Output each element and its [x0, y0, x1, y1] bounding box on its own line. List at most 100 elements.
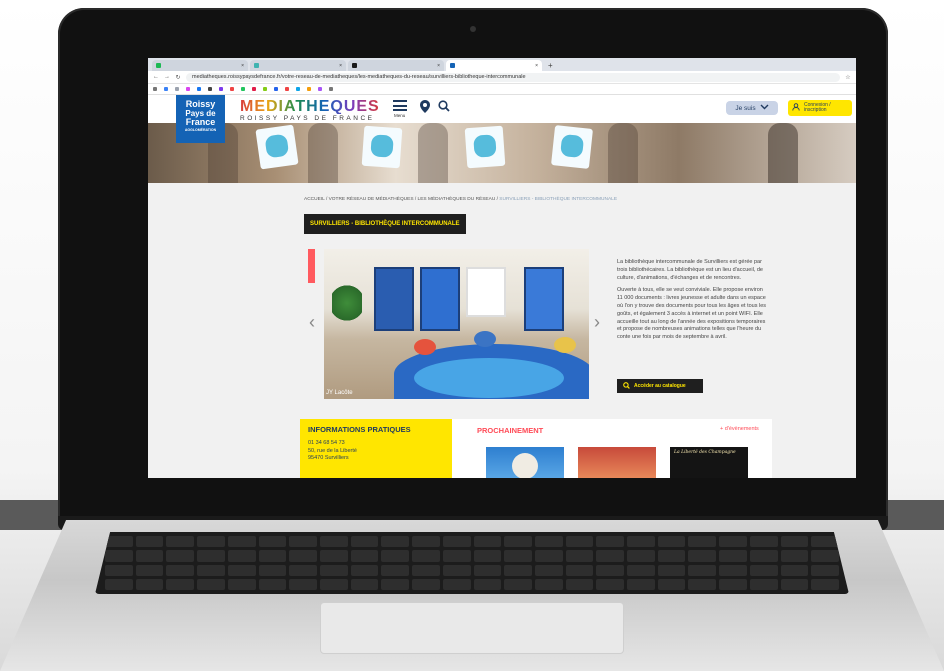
- keyboard-key: [719, 564, 747, 576]
- bookmark-item[interactable]: [296, 87, 300, 91]
- carousel-next-arrow-icon[interactable]: ›: [594, 313, 600, 331]
- bookmark-item[interactable]: [252, 87, 256, 91]
- artwork-paper: [464, 125, 506, 169]
- keyboard-key: [657, 550, 686, 562]
- bookmark-item[interactable]: [164, 87, 168, 91]
- menu-hamburger-icon[interactable]: [393, 100, 407, 114]
- keyboard-key: [227, 550, 256, 562]
- back-arrow-icon[interactable]: ←: [153, 74, 159, 80]
- keyboard-key: [381, 578, 410, 590]
- tab-close-icon[interactable]: ×: [241, 63, 244, 69]
- bookmark-favicon-icon: [274, 87, 278, 91]
- bookmark-item[interactable]: [208, 87, 212, 91]
- connexion-button[interactable]: Connexion / inscription: [788, 100, 852, 116]
- keyboard: [95, 532, 849, 594]
- bookmark-item[interactable]: [274, 87, 278, 91]
- keyboard-key: [166, 578, 195, 590]
- keyboard-key: [565, 536, 594, 548]
- keyboard-key: [719, 550, 747, 562]
- bookmark-item[interactable]: [153, 87, 157, 91]
- keyboard-key: [596, 550, 625, 562]
- browser-tab-2[interactable]: ×: [250, 60, 346, 71]
- keyboard-key: [442, 550, 471, 562]
- keyboard-key: [657, 536, 686, 548]
- laptop-lid: × × × × + ← → ↻ mediatheques.roissypaysd…: [58, 8, 888, 528]
- keyboard-key: [289, 536, 317, 548]
- keyboard-key: [780, 578, 809, 590]
- browser-tab-3[interactable]: ×: [348, 60, 444, 71]
- bookmark-favicon-icon: [263, 87, 267, 91]
- bookmark-favicon-icon: [219, 87, 223, 91]
- location-pin-icon[interactable]: [420, 100, 430, 116]
- keyboard-key: [289, 578, 317, 590]
- keyboard-key: [258, 550, 287, 562]
- forward-arrow-icon[interactable]: →: [164, 74, 170, 80]
- info-address-line1: 50, rue de la Liberté: [308, 447, 357, 454]
- brand-subtitle: ROISSY PAYS DE FRANCE: [240, 115, 375, 122]
- bookmark-item[interactable]: [307, 87, 311, 91]
- info-title: INFORMATIONS PRATIQUES: [308, 425, 411, 434]
- keyboard-key: [688, 564, 717, 576]
- je-suis-label: Je suis: [735, 104, 756, 112]
- tab-favicon-icon: [254, 63, 259, 68]
- keyboard-key: [596, 564, 625, 576]
- brand-title: MÉDIATHÈQUES: [240, 98, 380, 115]
- keyboard-key: [105, 578, 133, 590]
- keyboard-key: [381, 550, 410, 562]
- je-suis-dropdown[interactable]: Je suis: [726, 101, 778, 115]
- more-events-link[interactable]: + d'évènements: [720, 426, 759, 432]
- keyboard-key: [135, 564, 164, 576]
- artwork-paper: [551, 125, 593, 169]
- trackpad: [320, 602, 624, 654]
- browser-tab-1[interactable]: ×: [152, 60, 248, 71]
- keyboard-key: [289, 564, 317, 576]
- bookmark-item[interactable]: [230, 87, 234, 91]
- search-icon[interactable]: [438, 100, 450, 115]
- keyboard-key: [627, 550, 655, 562]
- bookmark-item[interactable]: [329, 87, 333, 91]
- url-field[interactable]: mediatheques.roissypaysdefrance.fr/votre…: [186, 72, 840, 82]
- keyboard-key: [166, 536, 195, 548]
- keyboard-key: [473, 536, 502, 548]
- reload-icon[interactable]: ↻: [175, 74, 181, 81]
- carousel-prev-arrow-icon[interactable]: ‹: [309, 313, 315, 331]
- new-tab-button[interactable]: +: [544, 60, 557, 71]
- bookmark-item[interactable]: [318, 87, 322, 91]
- bookmark-item[interactable]: [241, 87, 245, 91]
- bookmark-favicon-icon: [164, 87, 168, 91]
- breadcrumb-path[interactable]: ACCUEIL / VOTRE RÉSEAU DE MÉDIATHÈQUES /…: [304, 197, 499, 202]
- bookmark-favicon-icon: [186, 87, 190, 91]
- keyboard-key: [135, 578, 164, 590]
- tab-close-icon[interactable]: ×: [437, 63, 440, 69]
- keyboard-key: [381, 536, 410, 548]
- keyboard-key: [565, 564, 594, 576]
- event-card[interactable]: [486, 447, 564, 478]
- bookmark-item[interactable]: [197, 87, 201, 91]
- browser-tab-active[interactable]: ×: [446, 60, 542, 71]
- page-title: SURVILLIERS - BIBLIOTHÈQUE INTERCOMMUNAL…: [304, 214, 466, 234]
- brand-logo-text[interactable]: MÉDIATHÈQUES ROISSY PAYS DE FRANCE: [240, 98, 380, 123]
- tab-close-icon[interactable]: ×: [535, 63, 538, 69]
- keyboard-key: [627, 578, 655, 590]
- keyboard-key: [319, 564, 348, 576]
- bookmark-item[interactable]: [186, 87, 190, 91]
- bookmark-item[interactable]: [219, 87, 223, 91]
- event-card[interactable]: La Liberté des Champagne: [670, 447, 748, 478]
- keyboard-key: [258, 564, 287, 576]
- keyboard-key: [289, 550, 317, 562]
- bookmark-item[interactable]: [175, 87, 179, 91]
- bookmark-favicon-icon: [241, 87, 245, 91]
- event-card[interactable]: [578, 447, 656, 478]
- info-phone[interactable]: 01 34 68 54 73: [308, 440, 444, 448]
- keyboard-key: [504, 550, 532, 562]
- bookmark-item[interactable]: [285, 87, 289, 91]
- catalog-button[interactable]: Accéder au catalogue: [617, 379, 703, 393]
- bookmark-star-icon[interactable]: ☆: [845, 74, 851, 81]
- bookmark-item[interactable]: [263, 87, 267, 91]
- tab-close-icon[interactable]: ×: [339, 63, 342, 69]
- webcam: [470, 26, 476, 32]
- roissy-logo[interactable]: Roissy Pays de France AGGLOMÉRATION: [176, 95, 225, 143]
- menu-label[interactable]: Menu: [394, 113, 405, 118]
- keyboard-key: [412, 550, 440, 562]
- keyboard-key: [504, 578, 532, 590]
